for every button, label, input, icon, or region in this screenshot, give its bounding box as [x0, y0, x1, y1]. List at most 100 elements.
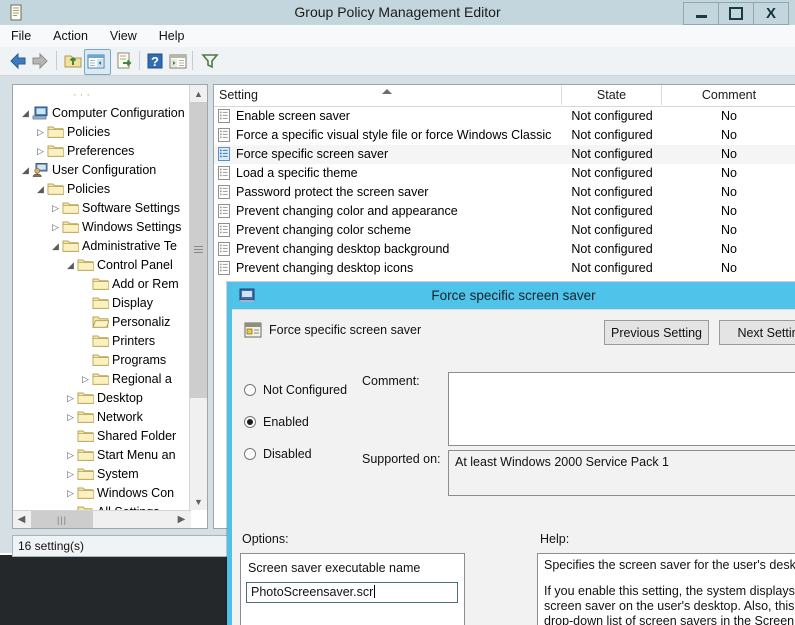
menu-item-action[interactable]: Action [42, 25, 99, 47]
tree-item-policies[interactable]: ▷Policies [13, 123, 191, 142]
toolbar-separator-3 [192, 51, 193, 70]
previous-setting-button[interactable]: Previous Setting [604, 320, 709, 345]
expander-collapsed-icon[interactable]: ▷ [34, 123, 47, 142]
tree-item-administrative-te[interactable]: ◢Administrative Te [13, 237, 191, 256]
expander-collapsed-icon[interactable]: ▷ [49, 218, 62, 237]
tree-vertical-scrollbar[interactable]: ▲ ▼ [189, 85, 207, 510]
tree-item-network[interactable]: ▷Network [13, 408, 191, 427]
expander-expanded-icon[interactable]: ◢ [19, 104, 32, 123]
menu-item-help[interactable]: Help [148, 25, 196, 47]
tree-item-regional-a[interactable]: ▷Regional a [13, 370, 191, 389]
tree-item-start-menu-an[interactable]: ▷ Start Menu an [13, 446, 191, 465]
tree-scroll-up-button[interactable]: ▲ [190, 85, 207, 102]
table-row[interactable]: Prevent changing color and appearanceNot… [214, 202, 795, 221]
radio-disabled[interactable]: Disabled [244, 438, 364, 470]
table-row[interactable]: Prevent changing color schemeNot configu… [214, 221, 795, 240]
help-line: screen saver on the user's desktop. Also… [544, 599, 795, 614]
tree-item-system[interactable]: ▷ System [13, 465, 191, 484]
tree-item-printers[interactable]: Printers [13, 332, 191, 351]
close-button[interactable]: X [753, 2, 789, 25]
radio-enabled[interactable]: Enabled [244, 406, 364, 438]
cell-state: Not configured [562, 202, 662, 221]
supported-on-value: At least Windows 2000 Service Pack 1 [448, 450, 795, 496]
back-icon[interactable] [8, 51, 28, 71]
policy-setting-icon [218, 261, 230, 275]
folder-icon [92, 334, 109, 348]
table-row[interactable]: Enable screen saverNot configuredNo [214, 107, 795, 126]
tree-scroll-thumb[interactable] [190, 102, 207, 398]
expander-collapsed-icon[interactable]: ▷ [34, 142, 47, 161]
tree-item-all-settings[interactable]: All Settings [13, 503, 191, 510]
expander-expanded-icon[interactable]: ◢ [64, 256, 77, 275]
tree-item-control-panel[interactable]: ◢Control Panel [13, 256, 191, 275]
tree-item-label: Computer Configuration [52, 106, 185, 120]
tree-item-display[interactable]: Display [13, 294, 191, 313]
maximize-button[interactable] [718, 2, 754, 25]
tree-scroll-left-button[interactable]: ◀ [13, 511, 30, 528]
table-row[interactable]: Force specific screen saverNot configure… [214, 145, 795, 164]
tree-item-label: Personaliz [112, 315, 170, 329]
tree-item-software-settings[interactable]: ▷Software Settings [13, 199, 191, 218]
show-hide-action-pane-icon[interactable] [168, 51, 188, 71]
tree-item-personaliz[interactable]: Personaliz [13, 313, 191, 332]
folder-icon [92, 277, 109, 291]
expander-collapsed-icon[interactable]: ▷ [64, 465, 77, 484]
table-row[interactable]: Prevent changing desktop iconsNot config… [214, 259, 795, 278]
tree-item-label: Start Menu an [97, 448, 176, 462]
table-row[interactable]: Prevent changing desktop backgroundNot c… [214, 240, 795, 259]
tree-item-programs[interactable]: Programs [13, 351, 191, 370]
tree-item-user-configuration[interactable]: ◢User Configuration [13, 161, 191, 180]
forward-icon[interactable] [30, 51, 50, 71]
tree-item-desktop[interactable]: ▷Desktop [13, 389, 191, 408]
screen-saver-executable-input[interactable]: PhotoScreensaver.scr [246, 582, 458, 603]
window-controls: X [684, 2, 789, 25]
next-setting-button[interactable]: Next Setting [719, 320, 795, 345]
minimize-button[interactable] [683, 2, 719, 25]
policy-setting-icon [218, 204, 230, 218]
expander-expanded-icon[interactable]: ◢ [49, 237, 62, 256]
export-list-icon[interactable] [115, 51, 135, 71]
folder-icon [77, 429, 94, 443]
help-icon[interactable]: ? [145, 51, 165, 71]
column-header-setting[interactable]: Setting [214, 85, 562, 105]
expander-expanded-icon[interactable]: ◢ [34, 180, 47, 199]
cell-comment: No [662, 107, 795, 126]
column-header-state[interactable]: State [562, 85, 662, 105]
tree-item-add-or-rem[interactable]: Add or Rem [13, 275, 191, 294]
toolbar-separator-2 [139, 51, 140, 70]
radio-not-configured[interactable]: Not Configured [244, 374, 364, 406]
tree-item-shared-folder[interactable]: Shared Folder [13, 427, 191, 446]
expander-collapsed-icon[interactable]: ▷ [49, 199, 62, 218]
cell-setting-label: Force specific screen saver [236, 147, 388, 161]
expander-collapsed-icon[interactable]: ▷ [64, 408, 77, 427]
show-hide-console-tree-icon[interactable] [86, 51, 106, 71]
expander-collapsed-icon[interactable]: ▷ [79, 370, 92, 389]
tree-scroll-down-button[interactable]: ▼ [190, 493, 207, 510]
up-folder-icon[interactable] [63, 51, 83, 71]
comment-textarea[interactable] [448, 372, 795, 446]
tree-item-windows-con[interactable]: ▷Windows Con [13, 484, 191, 503]
tree-horizontal-scrollbar[interactable]: ◀ ||| ▶ [13, 510, 191, 528]
help-panel: Specifies the screen saver for the user'… [537, 553, 795, 625]
menu-item-view[interactable]: View [99, 25, 148, 47]
help-line: drop-down list of screen savers in the S… [544, 614, 795, 625]
tree-item-preferences[interactable]: ▷Preferences [13, 142, 191, 161]
table-row[interactable]: Password protect the screen saverNot con… [214, 183, 795, 202]
column-header-setting-label: Setting [219, 88, 258, 102]
tree-item-policies[interactable]: ◢Policies [13, 180, 191, 199]
table-row[interactable]: Force a specific visual style file or fo… [214, 126, 795, 145]
expander-collapsed-icon[interactable]: ▷ [64, 389, 77, 408]
tree-item-windows-settings[interactable]: ▷Windows Settings [13, 218, 191, 237]
table-row[interactable]: Load a specific themeNot configuredNo [214, 164, 795, 183]
tree-item-label: System [97, 467, 139, 481]
filter-icon[interactable] [200, 51, 220, 71]
expander-collapsed-icon[interactable]: ▷ [64, 484, 77, 503]
tree-item-computer-configuration[interactable]: ◢ Computer Configuration [13, 104, 191, 123]
tree-scroll-right-button[interactable]: ▶ [173, 511, 190, 528]
column-header-comment[interactable]: Comment [662, 85, 795, 105]
menu-item-file[interactable]: File [0, 25, 42, 47]
tree-hscroll-thumb[interactable]: ||| [31, 511, 93, 528]
expander-collapsed-icon[interactable]: ▷ [64, 446, 77, 465]
cell-comment: No [662, 164, 795, 183]
expander-expanded-icon[interactable]: ◢ [19, 161, 32, 180]
